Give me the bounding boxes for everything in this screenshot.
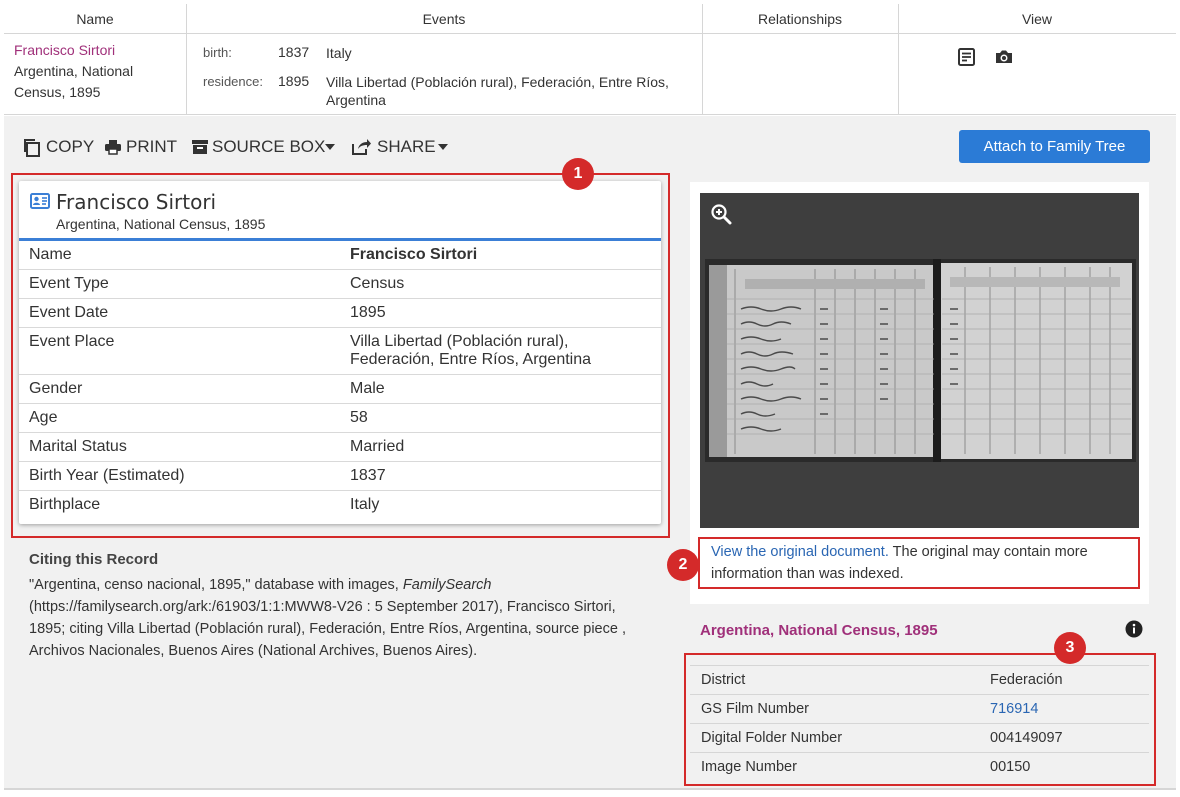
info-icon[interactable] <box>1125 620 1143 643</box>
annotation-marker-3: 3 <box>1054 632 1086 664</box>
event-place: Italy <box>326 45 352 61</box>
print-button[interactable]: PRINT <box>104 134 179 160</box>
event-birth: birth: 1837 Italy <box>203 44 703 64</box>
header-view: View <box>1021 11 1053 27</box>
annotation-marker-1: 1 <box>562 158 594 190</box>
chevron-down-icon <box>325 144 335 150</box>
zoom-in-icon[interactable] <box>710 203 732 230</box>
box-icon <box>192 140 208 154</box>
citation-source: FamilySearch <box>402 577 492 593</box>
share-button[interactable]: SHARE <box>351 134 451 160</box>
event-label: birth: <box>203 45 232 60</box>
header-events: Events <box>422 11 466 27</box>
collection-title[interactable]: Argentina, National Census, 1895 <box>700 622 938 639</box>
column-divider <box>186 4 187 114</box>
view-icons <box>957 47 1017 71</box>
event-label: residence: <box>203 74 263 89</box>
share-label: SHARE <box>377 137 436 156</box>
copy-button[interactable]: COPY <box>22 134 95 160</box>
event-year: 1837 <box>278 44 310 60</box>
event-place: Villa Libertad (Población rural), Federa… <box>326 74 669 108</box>
search-result-table: Name Events Relationships View Francisco… <box>4 4 1176 115</box>
page: Name Events Relationships View Francisco… <box>0 0 1180 797</box>
annotation-box-3 <box>684 653 1156 786</box>
event-residence: residence: 1895 Villa Libertad (Població… <box>203 73 703 113</box>
attach-to-family-tree-button[interactable]: Attach to Family Tree <box>959 130 1150 163</box>
print-label: PRINT <box>126 137 177 156</box>
citation-part: (https://familysearch.org/ark:/61903/1:1… <box>29 599 626 659</box>
header-name: Name <box>76 11 114 27</box>
annotation-box-1 <box>11 173 670 538</box>
result-name-cell: Francisco Sirtori Argentina, National Ce… <box>14 40 184 103</box>
share-icon <box>352 139 371 155</box>
citation-part: "Argentina, censo nacional, 1895," datab… <box>29 577 403 593</box>
result-collection: Argentina, National Census, 1895 <box>14 63 134 100</box>
result-name-link[interactable]: Francisco Sirtori <box>14 40 184 61</box>
census-page-thumbnail[interactable] <box>705 259 1136 462</box>
header-relationships: Relationships <box>757 11 843 27</box>
annotation-marker-2: 2 <box>667 549 699 581</box>
copy-icon <box>24 139 40 157</box>
copy-label: COPY <box>46 137 95 156</box>
annotation-box-2 <box>698 537 1140 589</box>
camera-icon[interactable] <box>994 49 1014 70</box>
print-icon <box>105 140 121 155</box>
results-header: Name Events Relationships View <box>4 4 1176 34</box>
column-divider <box>898 4 899 114</box>
citing-heading: Citing this Record <box>29 551 159 568</box>
event-year: 1895 <box>278 73 310 89</box>
source-box-label: SOURCE BOX <box>212 137 326 156</box>
divider <box>4 788 1176 790</box>
citation-text: "Argentina, censo nacional, 1895," datab… <box>29 574 649 662</box>
source-box-button[interactable]: SOURCE BOX <box>191 134 339 160</box>
chevron-down-icon <box>438 144 448 150</box>
record-icon[interactable] <box>957 47 977 72</box>
